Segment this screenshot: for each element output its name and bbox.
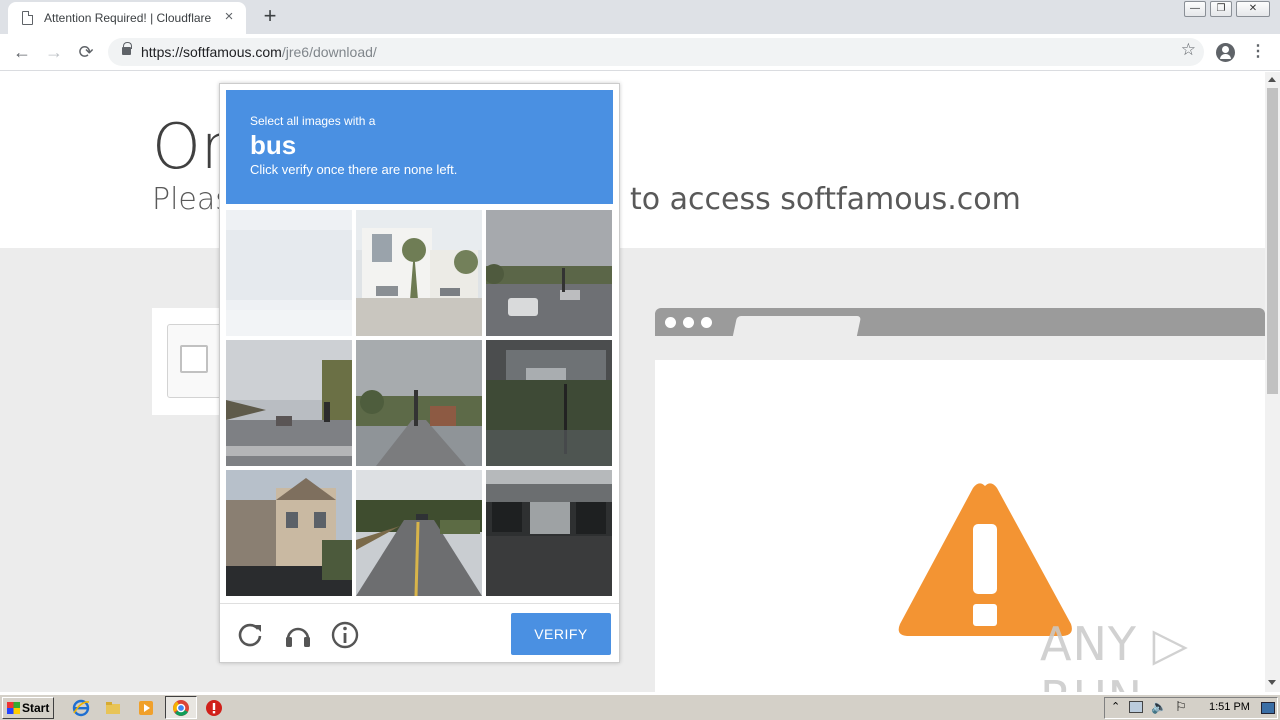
windows-logo-icon [7,702,20,714]
audio-icon[interactable] [282,619,314,651]
challenge-tile[interactable] [486,340,612,466]
captcha-checkbox[interactable] [180,345,208,373]
url-host: https://softfamous.com [141,44,282,60]
browser-menu-button[interactable]: ⋮ [1250,42,1266,62]
illustration-dot [701,317,712,328]
recaptcha-challenge: Select all images with a bus Click verif… [219,83,620,663]
challenge-tile[interactable] [486,210,612,336]
minimize-button[interactable]: — [1184,1,1206,17]
tab-strip: Attention Required! | Cloudflare × + — ❐… [0,0,1280,34]
new-tab-button[interactable]: + [258,4,282,28]
challenge-keyword: bus [250,130,297,160]
illustration-dot [665,317,676,328]
chrome-icon [173,700,189,716]
illustration-title-bar [655,308,1265,336]
back-button[interactable]: ← [8,38,36,66]
tab-close-icon[interactable]: × [220,8,238,26]
scroll-up-icon[interactable] [1268,77,1276,82]
tile-image [226,210,352,336]
tile-image [356,210,482,336]
challenge-instruction: Select all images with a [250,114,376,128]
start-button[interactable]: Start [2,697,54,719]
tab-title: Attention Required! | Cloudflare [44,11,212,25]
challenge-tile[interactable] [356,210,482,336]
lock-icon [122,42,132,55]
system-tray: ⌃ 🔈 ⚐ 1:51 PM [1104,697,1278,719]
start-label: Start [22,701,50,715]
tray-expand-icon[interactable]: ⌃ [1111,700,1120,713]
challenge-tile[interactable] [226,470,352,596]
browser-tab[interactable]: Attention Required! | Cloudflare × [8,2,246,34]
profile-avatar-icon[interactable] [1216,43,1235,62]
media-player-icon[interactable] [137,699,155,717]
challenge-hint: Click verify once there are none left. [250,162,458,177]
restore-button[interactable]: ❐ [1210,1,1232,17]
folder-icon[interactable] [104,699,122,717]
stop-icon[interactable] [205,699,223,717]
page-subtitle-right: to access softfamous.com [630,182,1021,217]
challenge-tile[interactable] [356,340,482,466]
watermark-logo: ANY ▷ RUN [1040,617,1189,692]
challenge-tile[interactable] [486,470,612,596]
tile-image [486,210,612,336]
hero-section: On Pleas to access softfamous.com [0,72,1265,248]
tile-image [356,470,482,596]
action-center-flag-icon[interactable]: ⚐ [1175,699,1187,715]
reload-icon[interactable] [234,619,266,651]
forward-button[interactable]: → [40,38,68,66]
tile-image [226,340,352,466]
challenge-divider [220,603,619,604]
page-content: On Pleas to access softfamous.com ANY ▷ … [0,72,1265,692]
tile-image [486,470,612,596]
tile-image [486,340,612,466]
page-scrollbar[interactable] [1265,72,1280,692]
challenge-tile[interactable] [226,210,352,336]
url-text[interactable]: https://softfamous.com/jre6/download/ [141,44,377,60]
volume-icon[interactable]: 🔈 [1151,699,1167,715]
challenge-tile[interactable] [226,340,352,466]
verify-button[interactable]: VERIFY [511,613,611,655]
clock[interactable]: 1:51 PM [1209,701,1250,713]
page-icon [22,11,33,25]
illustration-tab [732,316,862,336]
ie-icon[interactable] [72,699,90,717]
browser-toolbar: ← → ⟳ https://softfamous.com/jre6/downlo… [0,34,1280,71]
info-icon[interactable] [329,619,361,651]
network-icon[interactable] [1129,701,1143,713]
address-bar[interactable]: https://softfamous.com/jre6/download/ ☆ [108,38,1204,66]
scroll-down-icon[interactable] [1268,680,1276,685]
reload-button[interactable]: ⟳ [72,38,100,66]
challenge-tile[interactable] [356,470,482,596]
close-window-button[interactable]: ✕ [1236,1,1270,17]
taskbar-active-app[interactable] [165,696,197,719]
tile-image [226,470,352,596]
show-desktop-icon[interactable] [1261,702,1275,714]
tile-image [356,340,482,466]
url-path: /jre6/download/ [281,44,377,60]
challenge-header: Select all images with a bus Click verif… [226,90,613,204]
scroll-thumb[interactable] [1267,88,1278,394]
taskbar: Start ⌃ 🔈 ⚐ 1:51 PM [0,694,1280,720]
illustration-dot [683,317,694,328]
bookmark-star-icon[interactable]: ☆ [1181,40,1196,60]
